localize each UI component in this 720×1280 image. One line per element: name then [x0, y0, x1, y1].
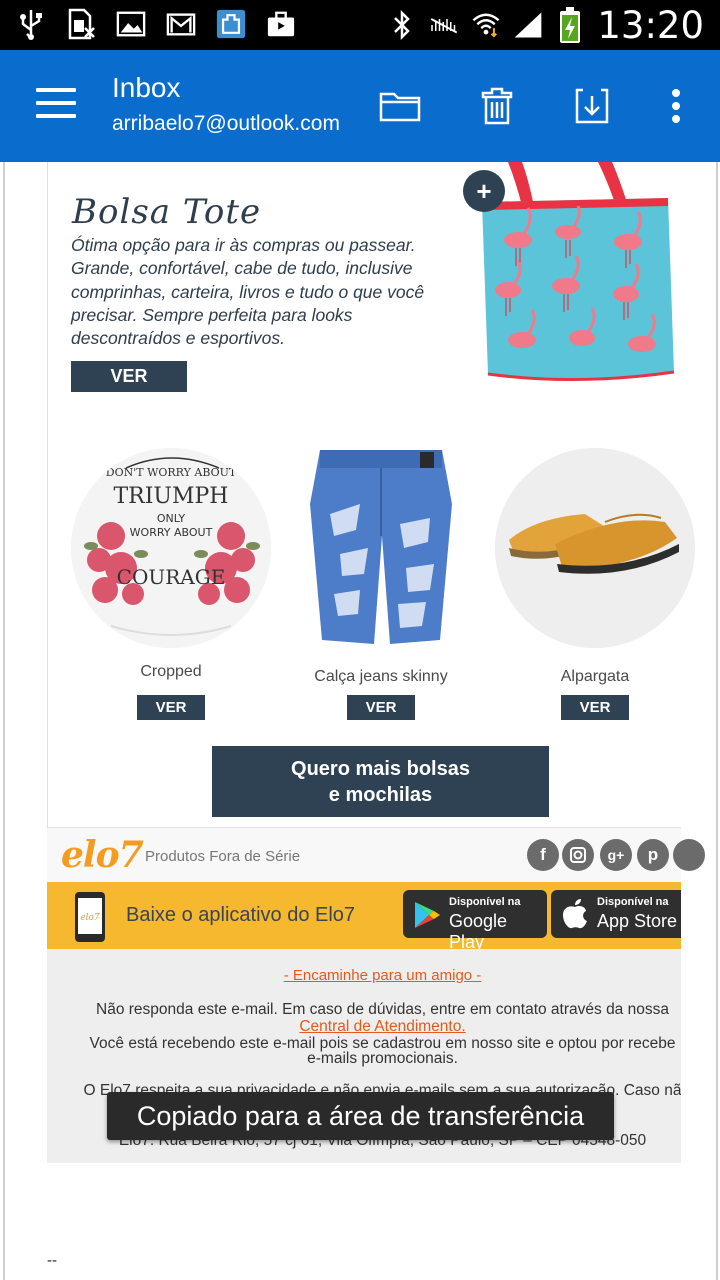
brand-tagline: Produtos Fora de Série [145, 848, 301, 865]
support-center-link[interactable]: Central de Atendimento. [299, 1018, 465, 1035]
brand-footer: elo7 Produtos Fora de Série f g+ p [47, 827, 705, 882]
cropped-image[interactable]: DON'T WORRY ABOUT TRIUMPH ONLY WORRY ABO… [71, 448, 271, 648]
signature: -- [47, 1252, 57, 1269]
shirt-print-line4: WORRY ABOUT [130, 526, 213, 539]
app-bar: Inbox arribaelo7@outlook.com [0, 50, 720, 162]
more-bags-line1: Quero mais bolsas [291, 757, 470, 780]
archive-icon[interactable] [570, 84, 614, 128]
apple-icon [563, 899, 587, 929]
more-bags-button[interactable]: Quero mais bolsas e mochilas [212, 746, 549, 817]
phone-screen-logo: elo7 [80, 913, 100, 923]
sim-icon [66, 7, 96, 41]
usb-icon [16, 7, 46, 41]
screen: 13:20 Inbox arribaelo7@outlook.com Bolsa… [0, 0, 720, 1280]
shirt-print-line1: DON'T WORRY ABOUT [106, 466, 237, 479]
google-play-button[interactable]: Disponível na Google Play [403, 890, 547, 949]
mute-icon [429, 8, 459, 42]
product-name-jeans: Calça jeans skinny [314, 668, 448, 685]
delete-icon[interactable] [475, 84, 519, 128]
notification-icons [16, 7, 296, 41]
status-bar: 13:20 [0, 0, 720, 50]
cropped-ver-button[interactable]: VER [137, 695, 205, 720]
folder-icon[interactable] [378, 84, 422, 128]
pinterest-icon[interactable]: p [637, 839, 669, 871]
featured-title: Bolsa Tote [72, 192, 262, 232]
image-icon [116, 7, 146, 41]
app-store-small: Disponível na [597, 896, 669, 908]
forward-to-friend-link[interactable]: - Encaminhe para um amigo - [47, 967, 681, 984]
shirt-print-line3: ONLY [157, 512, 186, 525]
system-icons: 13:20 [387, 0, 704, 50]
featured-description: Ótima opção para ir às compras ou passea… [71, 235, 425, 349]
shirt-print-line5: COURAGE [117, 565, 226, 589]
google-plus-icon[interactable]: g+ [600, 839, 632, 871]
clock: 13:20 [597, 3, 704, 47]
clipboard-toast: Copiado para a área de transferência [107, 1092, 614, 1140]
app-download-text: Baixe o aplicativo do Elo7 [126, 904, 356, 926]
more-bags-line2: e mochilas [328, 783, 433, 806]
bluetooth-icon [387, 8, 417, 42]
google-play-icon [415, 902, 440, 928]
app-icon [216, 7, 246, 41]
gmail-icon [166, 7, 196, 41]
wifi-icon [471, 8, 501, 42]
elo7-logo[interactable]: elo7 [61, 834, 144, 876]
phone-icon: elo7 [71, 890, 111, 944]
account-email: arribaelo7@outlook.com [112, 112, 340, 135]
jeans-image[interactable] [290, 444, 472, 649]
facebook-icon[interactable]: f [527, 839, 559, 871]
product-name-cropped: Cropped [140, 663, 202, 680]
alpargata-image[interactable] [495, 448, 695, 648]
add-icon[interactable]: + [463, 170, 505, 212]
google-play-label: Google Play [449, 911, 508, 949]
signal-icon [513, 8, 543, 42]
more-social-icon[interactable] [673, 839, 705, 871]
app-store-label: App Store [597, 911, 678, 931]
google-play-small: Disponível na [449, 896, 521, 908]
battery-icon [555, 7, 585, 43]
app-store-button[interactable]: Disponível na App Store [551, 890, 681, 938]
legal-line-2b: e-mails promocionais. [307, 1050, 458, 1067]
product-name-alpargata: Alpargata [560, 668, 630, 685]
alpargata-ver-button[interactable]: VER [561, 695, 629, 720]
more-vertical-icon[interactable] [654, 84, 698, 128]
featured-ver-button[interactable]: VER [71, 361, 187, 392]
tote-bag-image[interactable] [478, 162, 678, 384]
bag-icon [266, 7, 296, 41]
jeans-ver-button[interactable]: VER [347, 695, 415, 720]
menu-icon[interactable] [36, 88, 76, 120]
legal-line-1: Não responda este e-mail. Em caso de dúv… [96, 1001, 669, 1018]
shirt-print-line2: TRIUMPH [114, 484, 229, 509]
folder-title: Inbox [112, 72, 181, 103]
app-download-banner: elo7 Baixe o aplicativo do Elo7 Disponív… [47, 882, 681, 949]
instagram-icon[interactable] [562, 839, 594, 871]
